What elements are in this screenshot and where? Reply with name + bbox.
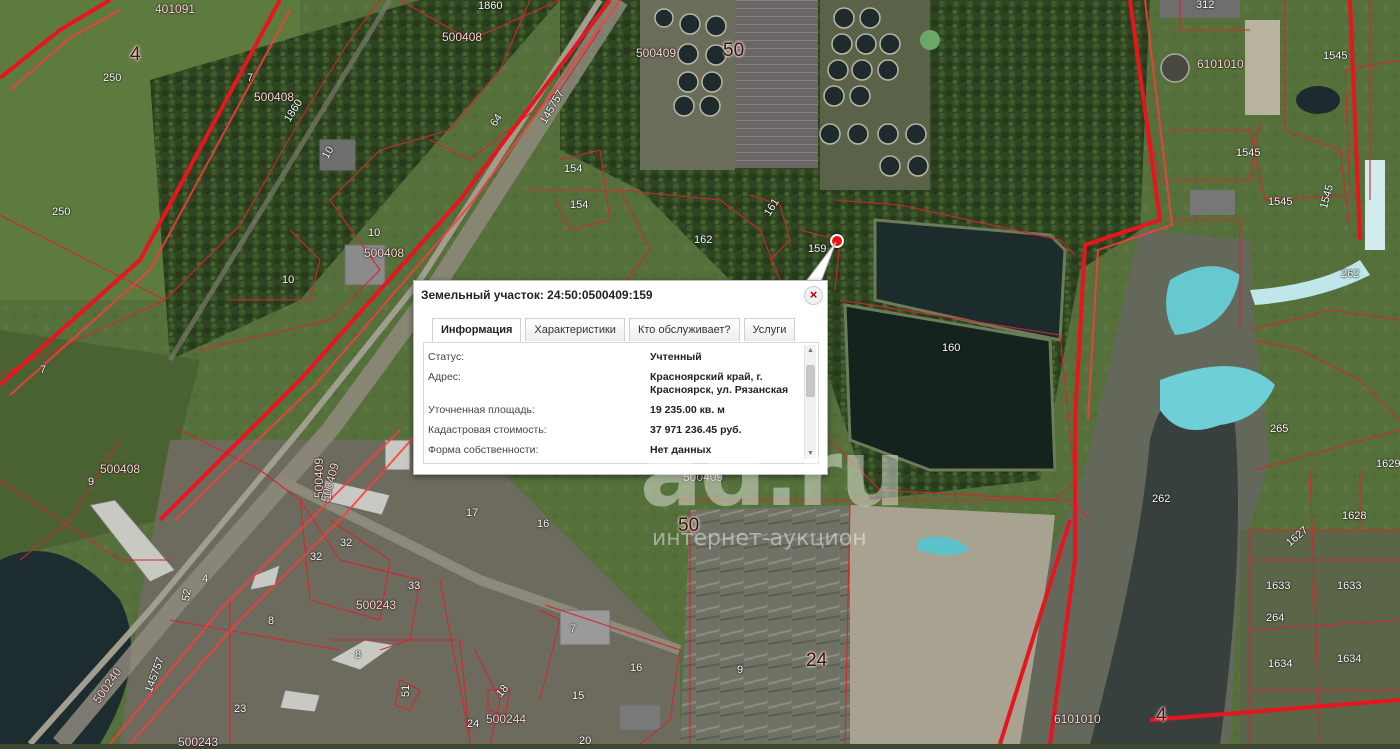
plot-label: 1634 [1268,658,1293,670]
plot-label: 1628 [1342,510,1367,522]
plot-label: 1545 [1268,196,1293,208]
row-value: Учтенный [650,351,702,363]
plot-label: 1633 [1337,580,1362,592]
plot-label: 1634 [1337,653,1362,665]
tab-services[interactable]: Услуги [743,318,796,341]
plot-label: 162 [694,234,713,246]
plot-label: 4 [130,44,141,65]
row-value: Красноярский край, г. Красноярск, ул. Ря… [650,371,789,396]
plot-label: 33 [408,580,421,592]
plot-label: 7 [247,72,254,84]
row-key: Статус: [428,351,465,363]
row-value: 19 235.00 кв. м [650,404,725,416]
scroll-up-icon[interactable]: ▲ [805,346,816,355]
plot-label: 500408 [442,30,483,44]
plot-label: 23 [234,703,247,715]
plot-label: 8 [268,615,275,627]
plot-label: 500408 [364,246,405,260]
plot-label: 500408 [254,90,295,104]
plot-label: 6101010 [1197,57,1244,71]
plot-label: 1545 [1236,147,1261,159]
parcel-info-popup: Земельный участок: 24:50:0500409:159 × И… [413,280,828,475]
plot-label: 264 [1266,612,1285,624]
plot-label: 17 [466,507,479,519]
plot-label: 24 [467,718,480,730]
close-icon[interactable]: × [804,286,823,305]
row-value: Нет данных [650,444,712,456]
row-key: Кадастровая стоимость: [428,424,547,436]
plot-label: 32 [340,537,353,549]
plot-label: 16 [630,662,643,674]
plot-label: 1545 [1323,50,1348,62]
tab-who-serves[interactable]: Кто обслуживает? [628,318,740,341]
row-key: Адрес: [428,371,461,383]
plot-label: 250 [103,72,122,84]
plot-label: 10 [282,274,295,286]
info-panel: Статус: Учтенный Адрес: Красноярский кра… [423,342,819,464]
plot-label: 250 [52,206,71,218]
popup-title: Земельный участок: 24:50:0500409:159 [421,288,653,302]
plot-label: 52 [180,587,194,603]
plot-label: 7 [40,364,47,376]
row-key: Форма собственности: [428,444,539,456]
scroll-down-icon[interactable]: ▼ [805,449,816,458]
tab-characteristics[interactable]: Характеристики [525,318,625,341]
plot-label: 4 [202,573,209,585]
plot-label: 50 [678,515,700,536]
plot-label: 154 [570,199,589,211]
plot-label: 9 [88,476,95,488]
plot-label: 160 [942,342,961,354]
plot-label: 401091 [155,2,196,16]
plot-label: 500243 [356,598,397,612]
plot-label: 500244 [486,712,527,726]
plot-label: 15 [572,690,585,702]
plot-label: 32 [310,551,323,563]
scroll-thumb[interactable] [806,365,815,397]
plot-label: 312 [1196,0,1215,11]
plot-label: 1629 [1376,458,1400,470]
plot-label: 10 [368,227,381,239]
row-key: Уточненная площадь: [428,404,535,416]
plot-label: 500409 [636,46,677,60]
tab-information[interactable]: Информация [432,318,522,343]
plot-label: 50 [723,40,745,61]
plot-label: 265 [1270,423,1289,435]
plot-label: 6101010 [1054,712,1101,726]
plot-label: 262 [1152,493,1171,505]
row-value: 37 971 236.45 руб. [650,424,742,436]
plot-label: 51 [400,684,412,697]
plot-label: 9 [737,664,744,676]
popup-pointer [802,241,837,285]
plot-label: 7 [570,623,577,635]
plot-label: 500243 [178,735,219,749]
plot-label: 4 [1156,705,1167,726]
panel-scrollbar[interactable]: ▲ ▼ [804,345,816,459]
plot-label: 500408 [100,462,141,476]
plot-label: 24 [806,650,828,671]
plot-label: 20 [579,735,592,747]
plot-label: 8 [355,649,362,661]
plot-label: 1860 [478,0,503,12]
plot-label: 262 [1341,268,1360,280]
plot-label: 16 [537,518,550,530]
plot-label: 154 [564,163,583,175]
plot-label: 1633 [1266,580,1291,592]
popup-tabs: Информация Характеристики Кто обслуживае… [432,318,799,343]
